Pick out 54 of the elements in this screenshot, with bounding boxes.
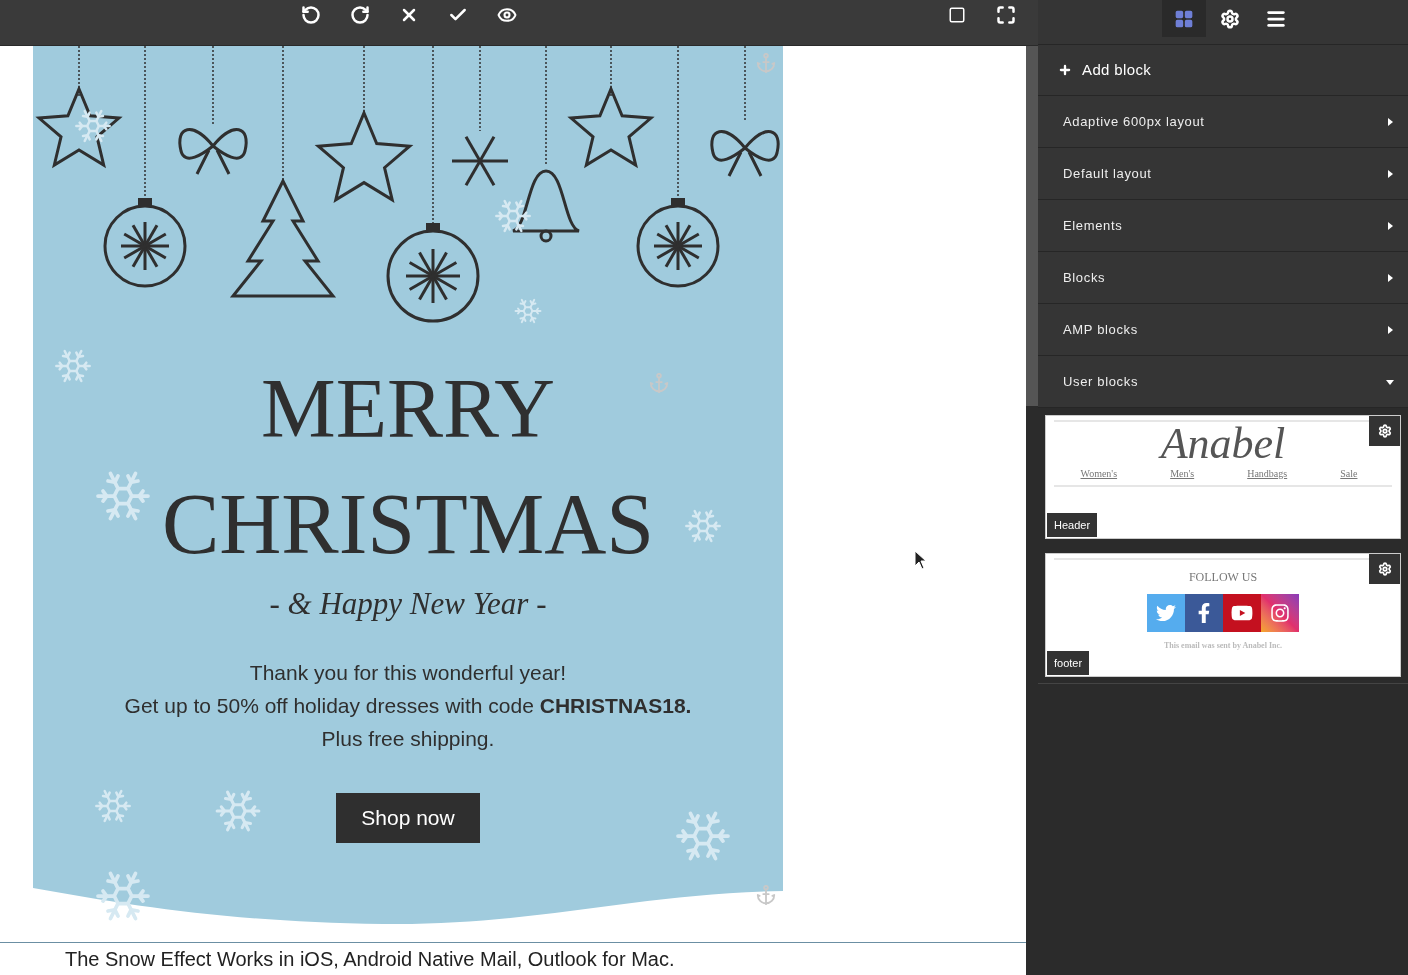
caret-icon bbox=[1386, 377, 1394, 386]
square-icon bbox=[948, 6, 966, 24]
youtube-icon bbox=[1223, 594, 1261, 632]
settings-icon bbox=[1377, 424, 1392, 438]
scrollbar-thumb[interactable] bbox=[1026, 46, 1038, 406]
caret-icon bbox=[1386, 117, 1394, 126]
nav-link: Men's bbox=[1170, 467, 1195, 481]
instagram-icon bbox=[1261, 594, 1299, 632]
footer-heading: FOLLOW US bbox=[1188, 569, 1258, 586]
settings-button[interactable] bbox=[1369, 416, 1400, 446]
redo-icon bbox=[350, 5, 370, 25]
snowflake-icon bbox=[513, 296, 543, 326]
anchor-icon bbox=[648, 372, 670, 394]
caret-icon bbox=[1386, 325, 1394, 334]
undo-icon bbox=[301, 5, 321, 25]
section-header[interactable]: AMP blocks bbox=[1038, 304, 1408, 356]
caret-icon bbox=[1386, 221, 1394, 230]
block-thumbnail[interactable]: Anabel Women's Men's Handbags Sale Header bbox=[1045, 415, 1401, 539]
settings-icon bbox=[1220, 8, 1240, 29]
settings-button[interactable] bbox=[1369, 554, 1400, 584]
anchor-icon bbox=[755, 884, 777, 906]
twitter-icon bbox=[1147, 594, 1185, 632]
body-text: Plus free shipping. bbox=[321, 725, 495, 752]
pointer-icon bbox=[914, 550, 928, 570]
fullscreen-icon bbox=[996, 5, 1016, 25]
subtitle-text: - & Happy New Year - bbox=[269, 585, 547, 623]
settings-icon bbox=[1377, 562, 1392, 576]
block-label: footer bbox=[1047, 650, 1090, 675]
eye-icon bbox=[497, 5, 517, 25]
anchor-icon bbox=[755, 52, 777, 74]
nav-link: Women's bbox=[1080, 467, 1118, 481]
caret-icon bbox=[1386, 273, 1394, 282]
section-header[interactable]: Blocks bbox=[1038, 252, 1408, 304]
shop-now-button[interactable]: Shop now bbox=[336, 792, 480, 843]
block-thumbnail[interactable]: FOLLOW US This email was sent by Anabel Inc. footer bbox=[1045, 553, 1401, 677]
grid-icon bbox=[1174, 8, 1194, 29]
caret-icon bbox=[1386, 169, 1394, 178]
section-header[interactable]: User blocks bbox=[1038, 356, 1408, 408]
canvas-note: The Snow Effect Works in iOS, Android Native Mail, Outlook for Mac. bbox=[65, 949, 676, 969]
footer-note: This email was sent by Anabel Inc. bbox=[1164, 640, 1282, 652]
plus-icon bbox=[1058, 63, 1072, 77]
add-block-button[interactable]: Add block bbox=[1038, 44, 1408, 96]
logo-text: Anabel bbox=[1160, 422, 1286, 466]
title-text: CHRISTMAS bbox=[161, 479, 655, 569]
title-text: MERRY bbox=[260, 367, 556, 451]
section-header[interactable]: Adaptive 600px layout bbox=[1038, 96, 1408, 148]
nav-link: Handbags bbox=[1247, 467, 1288, 481]
section-header[interactable]: Default layout bbox=[1038, 148, 1408, 200]
body-text: Get up to 50% off holiday dresses with code CHRISTNAS18. bbox=[124, 692, 692, 719]
section-header[interactable]: Elements bbox=[1038, 200, 1408, 252]
facebook-icon bbox=[1185, 594, 1223, 632]
nav-link: Sale bbox=[1340, 467, 1358, 481]
block-label: Header bbox=[1047, 512, 1098, 537]
body-text: Thank you for this wonderful year! bbox=[249, 659, 567, 686]
